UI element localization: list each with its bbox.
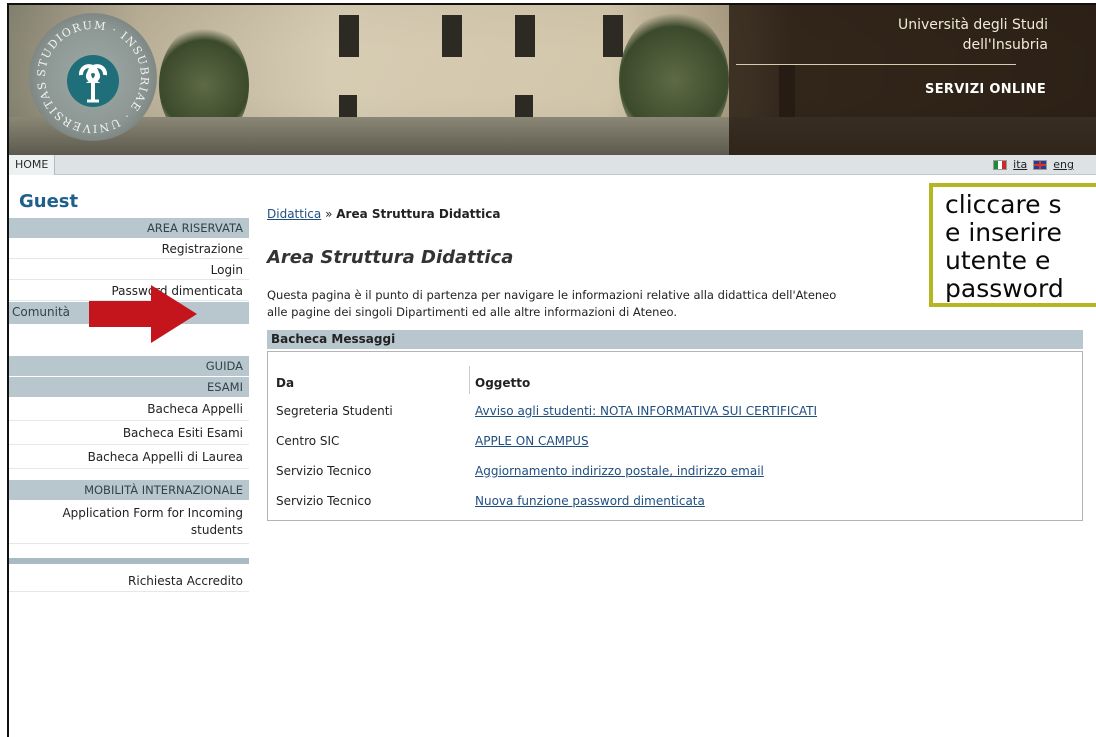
column-header-da: Da [276, 376, 295, 390]
table-row: Servizio Tecnico Nuova funzione password… [276, 494, 1074, 516]
sidebar-item-richiesta-accredito[interactable]: Richiesta Accredito [9, 568, 249, 592]
table-row: Segreteria Studenti Avviso agli studenti… [276, 404, 1074, 426]
italy-flag-icon[interactable] [993, 159, 1008, 170]
header-divider [736, 64, 1016, 65]
row-sender: Servizio Tecnico [276, 464, 372, 478]
sidebar-separator [9, 558, 249, 564]
application-form-line2: students [190, 523, 243, 537]
servizi-online-label: SERVIZI ONLINE [925, 82, 1046, 97]
breadcrumb-separator: » [321, 207, 337, 221]
sidebar-item-bacheca-appelli[interactable]: Bacheca Appelli [9, 399, 249, 421]
header-banner: STUDIORUM · INSUBRIAE · UNIVERSITAS · Un… [9, 5, 1096, 155]
red-arrow-icon [89, 285, 197, 343]
row-subject-link[interactable]: APPLE ON CAMPUS [475, 434, 589, 448]
sidebar-item-bacheca-laurea[interactable]: Bacheca Appelli di Laurea [9, 447, 249, 469]
row-subject-link[interactable]: Nuova funzione password dimenticata [475, 494, 705, 508]
row-subject-link[interactable]: Aggiornamento indirizzo postale, indiriz… [475, 464, 764, 478]
intro-text: Questa pagina è il punto di partenza per… [267, 287, 917, 321]
sidebar-item-login[interactable]: Login [9, 260, 249, 280]
university-name-line2: dell'Insubria [962, 37, 1048, 53]
sidebar-item-application-form[interactable]: Application Form for Incoming students [9, 502, 249, 544]
table-header: Da Oggetto [276, 366, 1074, 394]
university-name: Università degli Studi dell'Insubria [898, 15, 1048, 55]
sidebar-item-registrazione[interactable]: Registrazione [9, 239, 249, 259]
intro-line1: Questa pagina è il punto di partenza per… [267, 288, 837, 302]
sidebar-header-area-riservata: AREA RISERVATA [9, 218, 249, 238]
row-sender: Servizio Tecnico [276, 494, 372, 508]
instruction-callout: cliccare s e inserire utente e password [929, 183, 1096, 307]
lang-ita-link[interactable]: ita [1013, 158, 1027, 171]
breadcrumb: Didattica » Area Struttura Didattica [267, 207, 500, 221]
language-switcher: ita eng [993, 158, 1074, 171]
uk-flag-icon[interactable] [1033, 159, 1048, 170]
bacheca-messaggi-header: Bacheca Messaggi [267, 330, 1083, 349]
sidebar-item-bacheca-esiti[interactable]: Bacheca Esiti Esami [9, 423, 249, 445]
table-row: Centro SIC APPLE ON CAMPUS [276, 434, 1074, 456]
breadcrumb-didattica-link[interactable]: Didattica [267, 207, 321, 221]
sidebar-header-esami: ESAMI [9, 377, 249, 397]
sidebar-header-mobilita: MOBILITÀ INTERNAZIONALE [9, 480, 249, 500]
column-header-oggetto: Oggetto [475, 376, 531, 390]
home-button[interactable]: HOME [9, 155, 56, 175]
sidebar-header-guida[interactable]: GUIDA [9, 356, 249, 376]
user-label: Guest [19, 191, 79, 212]
university-logo[interactable]: STUDIORUM · INSUBRIAE · UNIVERSITAS · [29, 13, 157, 141]
messages-table: Da Oggetto Segreteria Studenti Avviso ag… [267, 351, 1083, 521]
university-name-line1: Università degli Studi [897, 17, 1048, 33]
browser-frame: STUDIORUM · INSUBRIAE · UNIVERSITAS · Un… [7, 3, 1096, 737]
lang-eng-link[interactable]: eng [1053, 158, 1074, 171]
page-title: Area Struttura Didattica [267, 247, 514, 268]
row-sender: Centro SIC [276, 434, 340, 448]
top-navbar: HOME ita eng [9, 155, 1096, 175]
intro-line2: alle pagine dei singoli Dipartimenti ed … [267, 305, 678, 319]
table-row: Servizio Tecnico Aggiornamento indirizzo… [276, 464, 1074, 486]
row-sender: Segreteria Studenti [276, 404, 393, 418]
row-subject-link[interactable]: Avviso agli studenti: NOTA INFORMATIVA S… [475, 404, 817, 418]
application-form-line1: Application Form for Incoming [62, 506, 243, 520]
sidebar: Guest AREA RISERVATA Registrazione Login… [9, 176, 249, 736]
breadcrumb-current: Area Struttura Didattica [336, 207, 501, 221]
